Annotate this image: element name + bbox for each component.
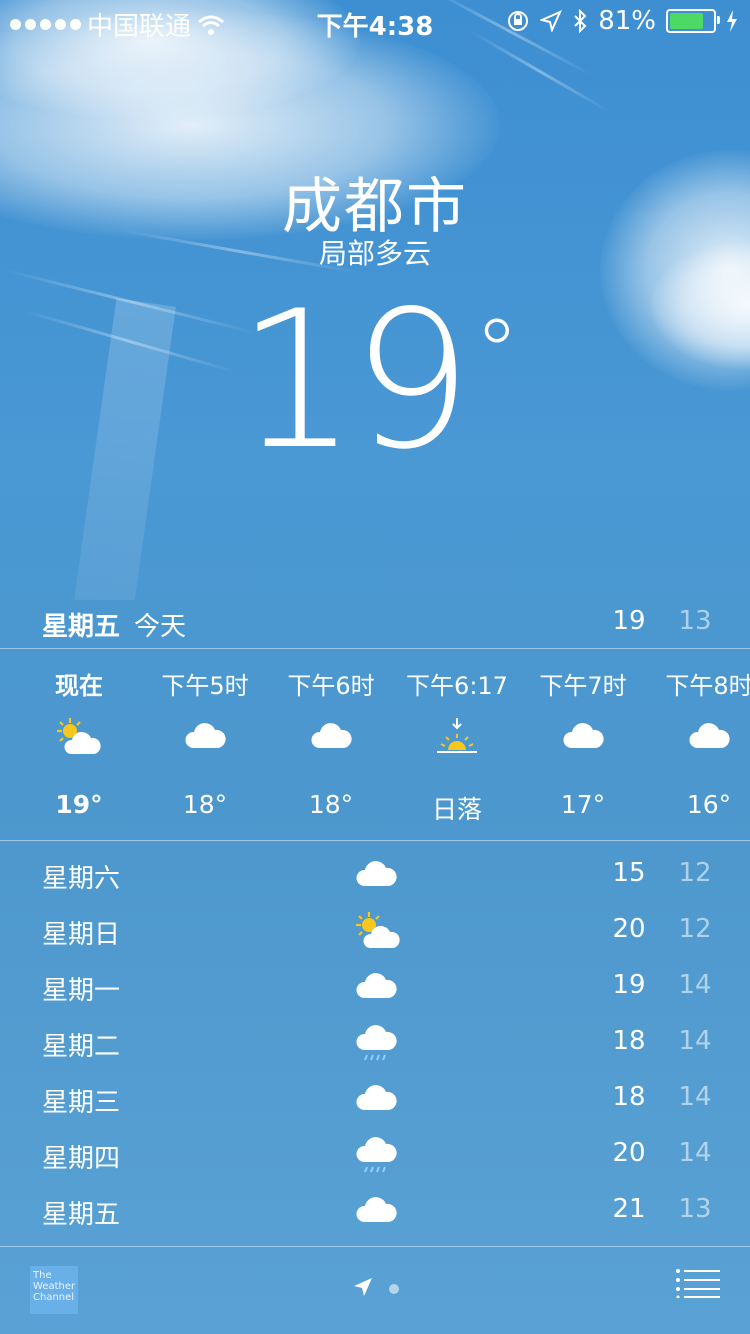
day-low: 12: [678, 914, 712, 944]
day-low: 12: [678, 858, 712, 888]
hour-time: 下午5时: [161, 672, 249, 700]
day-name: 星期六: [42, 864, 121, 894]
day-name: 星期日: [42, 920, 121, 950]
day-low: 14: [678, 1026, 712, 1056]
degree-symbol: °: [474, 300, 519, 405]
rain-icon: [352, 1022, 400, 1066]
current-location-icon[interactable]: [352, 1276, 374, 1298]
day-name: 星期五: [42, 1200, 121, 1230]
cloud-icon: [352, 1078, 400, 1122]
day-high: 19: [612, 970, 646, 1000]
cloud-icon: [352, 1190, 400, 1234]
hour-temperature: 16°: [686, 790, 732, 819]
today-summary: 星期五 今天 19 13: [0, 598, 750, 648]
hourly-forecast[interactable]: 现在 19° 下午5时 18° 下午6时 18° 下午6:17 日落 下午7时 17° 下…: [0, 650, 750, 840]
day-name: 星期三: [42, 1088, 121, 1118]
cloud-icon: [352, 966, 400, 1010]
status-right: 81%: [506, 6, 738, 36]
cloud-icon: [142, 716, 268, 764]
weather-channel-logo[interactable]: The Weather Channel: [30, 1266, 78, 1314]
hour-time: 下午8时: [665, 672, 750, 700]
hour-temperature: 日落: [431, 795, 482, 824]
cloud-icon: [646, 716, 750, 764]
day-name: 星期四: [42, 1144, 121, 1174]
daily-row: 星期日 20 12: [0, 902, 750, 958]
day-high: 20: [612, 1138, 646, 1168]
today-low: 13: [678, 606, 712, 636]
temperature-value: 19: [236, 270, 473, 491]
hour-temperature: 19°: [55, 790, 103, 819]
daily-row: 星期三 18 14: [0, 1070, 750, 1126]
day-high: 15: [612, 858, 646, 888]
hour-temperature: 18°: [308, 790, 354, 819]
hour-time: 下午7时: [539, 672, 627, 700]
battery-percent: 81%: [598, 6, 656, 36]
daily-row: 星期四 20 14: [0, 1126, 750, 1182]
hour-temperature: 17°: [560, 790, 606, 819]
battery-icon: [666, 9, 720, 33]
day-low: 14: [678, 1082, 712, 1112]
day-high: 20: [612, 914, 646, 944]
daily-row: 星期五 21 13: [0, 1182, 750, 1238]
divider: [0, 648, 750, 649]
rotation-lock-icon: [508, 11, 529, 31]
bottom-toolbar: The Weather Channel: [0, 1246, 750, 1334]
day-high: 18: [612, 1026, 646, 1056]
hour-time: 下午6:17: [406, 672, 508, 700]
day-low: 13: [678, 1194, 712, 1224]
partly-sunny-icon: [352, 910, 400, 954]
cloud-icon: [520, 716, 646, 764]
hour-time: 现在: [55, 672, 103, 700]
day-high: 21: [612, 1194, 646, 1224]
cloud-icon: [268, 716, 394, 764]
day-low: 14: [678, 970, 712, 1000]
daily-row: 星期六 15 12: [0, 846, 750, 902]
rain-icon: [352, 1134, 400, 1178]
hour-temperature: 18°: [182, 790, 228, 819]
day-low: 14: [678, 1138, 712, 1168]
today-day: 星期五: [42, 612, 121, 642]
day-name: 星期一: [42, 976, 121, 1006]
day-name: 星期二: [42, 1032, 121, 1062]
charging-bolt-icon: [727, 10, 737, 32]
city-list-icon[interactable]: [676, 1268, 720, 1298]
today-high: 19: [612, 606, 646, 636]
daily-row: 星期二 18 14: [0, 1014, 750, 1070]
weather-condition: 局部多云: [318, 237, 431, 270]
battery-level-fill: [670, 13, 704, 29]
partly-sunny-icon: [16, 716, 142, 764]
current-temperature: 19°: [0, 270, 750, 491]
status-bar: 中国联通 下午4:38 81%: [0, 0, 750, 42]
bluetooth-icon: [574, 9, 587, 33]
page-indicator-dot[interactable]: [389, 1284, 399, 1294]
hour-time: 下午6时: [287, 672, 375, 700]
sunset-icon: [394, 716, 520, 764]
daily-row: 星期一 19 14: [0, 958, 750, 1014]
divider: [0, 840, 750, 841]
cloud-icon: [352, 854, 400, 898]
day-high: 18: [612, 1082, 646, 1112]
today-label: 今天: [134, 612, 187, 642]
location-arrow-icon: [540, 10, 563, 32]
